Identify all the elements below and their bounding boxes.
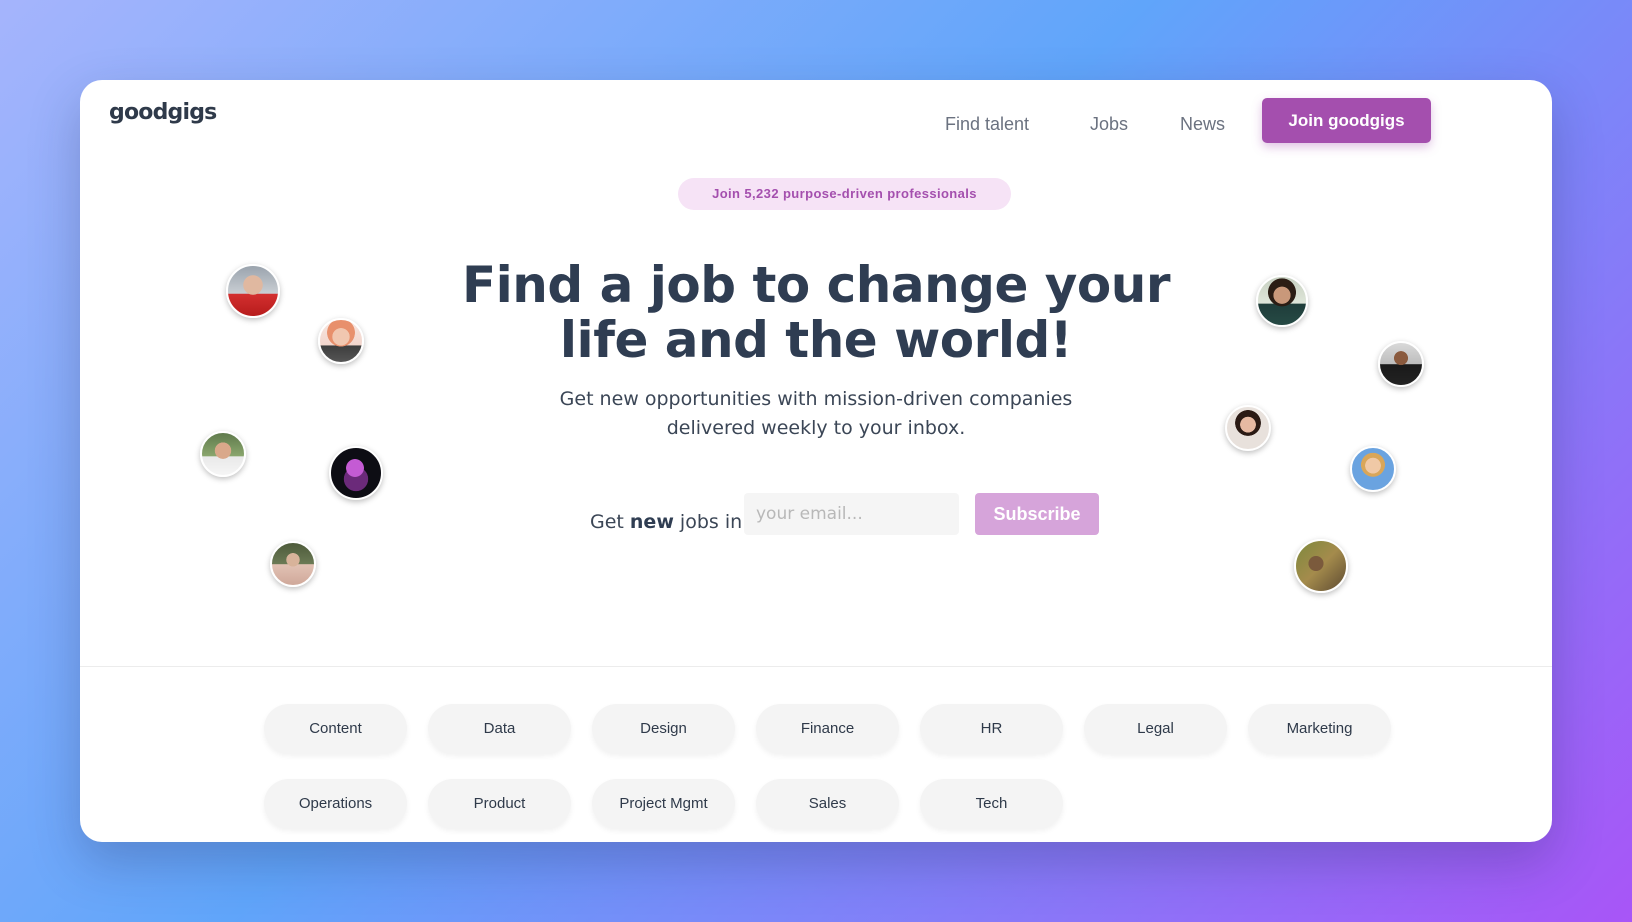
landing-card: goodgigs Find talent Jobs News Join good…: [80, 80, 1552, 842]
subscribe-button[interactable]: Subscribe: [975, 493, 1099, 535]
hero-title-line: Find a job to change your: [462, 256, 1170, 314]
subscribe-label: Get new jobs in: [590, 501, 742, 543]
category-sales[interactable]: Sales: [756, 779, 899, 828]
hero-title-line: life and the world!: [559, 311, 1073, 369]
avatar: [1378, 341, 1424, 387]
avatar: [200, 431, 246, 477]
category-marketing[interactable]: Marketing: [1248, 704, 1391, 753]
avatar: [270, 541, 316, 587]
join-button[interactable]: Join goodgigs: [1262, 98, 1431, 143]
category-operations[interactable]: Operations: [264, 779, 407, 828]
avatar: [1294, 539, 1348, 593]
avatar: [329, 446, 383, 500]
avatar: [1350, 446, 1396, 492]
category-project-mgmt[interactable]: Project Mgmt: [592, 779, 735, 828]
section-divider: [80, 666, 1552, 667]
nav-jobs[interactable]: Jobs: [1090, 114, 1128, 135]
avatar: [226, 264, 280, 318]
subscribe-label-text: Get: [590, 511, 630, 533]
hero-subtitle-line: delivered weekly to your inbox.: [666, 417, 966, 439]
hero-title: Find a job to change your life and the w…: [380, 258, 1252, 368]
category-finance[interactable]: Finance: [756, 704, 899, 753]
members-badge: Join 5,232 purpose-driven professionals: [678, 178, 1011, 210]
hero-subtitle-line: Get new opportunities with mission-drive…: [559, 388, 1073, 410]
hero-subtitle: Get new opportunities with mission-drive…: [480, 385, 1152, 443]
subscribe-label-text: jobs in: [673, 511, 743, 533]
category-tech[interactable]: Tech: [920, 779, 1063, 828]
category-product[interactable]: Product: [428, 779, 571, 828]
avatar: [318, 318, 364, 364]
category-content[interactable]: Content: [264, 704, 407, 753]
avatar: [1225, 405, 1271, 451]
category-data[interactable]: Data: [428, 704, 571, 753]
category-legal[interactable]: Legal: [1084, 704, 1227, 753]
email-field[interactable]: [744, 493, 959, 535]
nav-find-talent[interactable]: Find talent: [945, 114, 1029, 135]
category-design[interactable]: Design: [592, 704, 735, 753]
avatar: [1256, 275, 1308, 327]
subscribe-label-emphasis: new: [629, 511, 674, 533]
logo[interactable]: goodgigs: [109, 100, 217, 125]
category-hr[interactable]: HR: [920, 704, 1063, 753]
nav-news[interactable]: News: [1180, 114, 1225, 135]
